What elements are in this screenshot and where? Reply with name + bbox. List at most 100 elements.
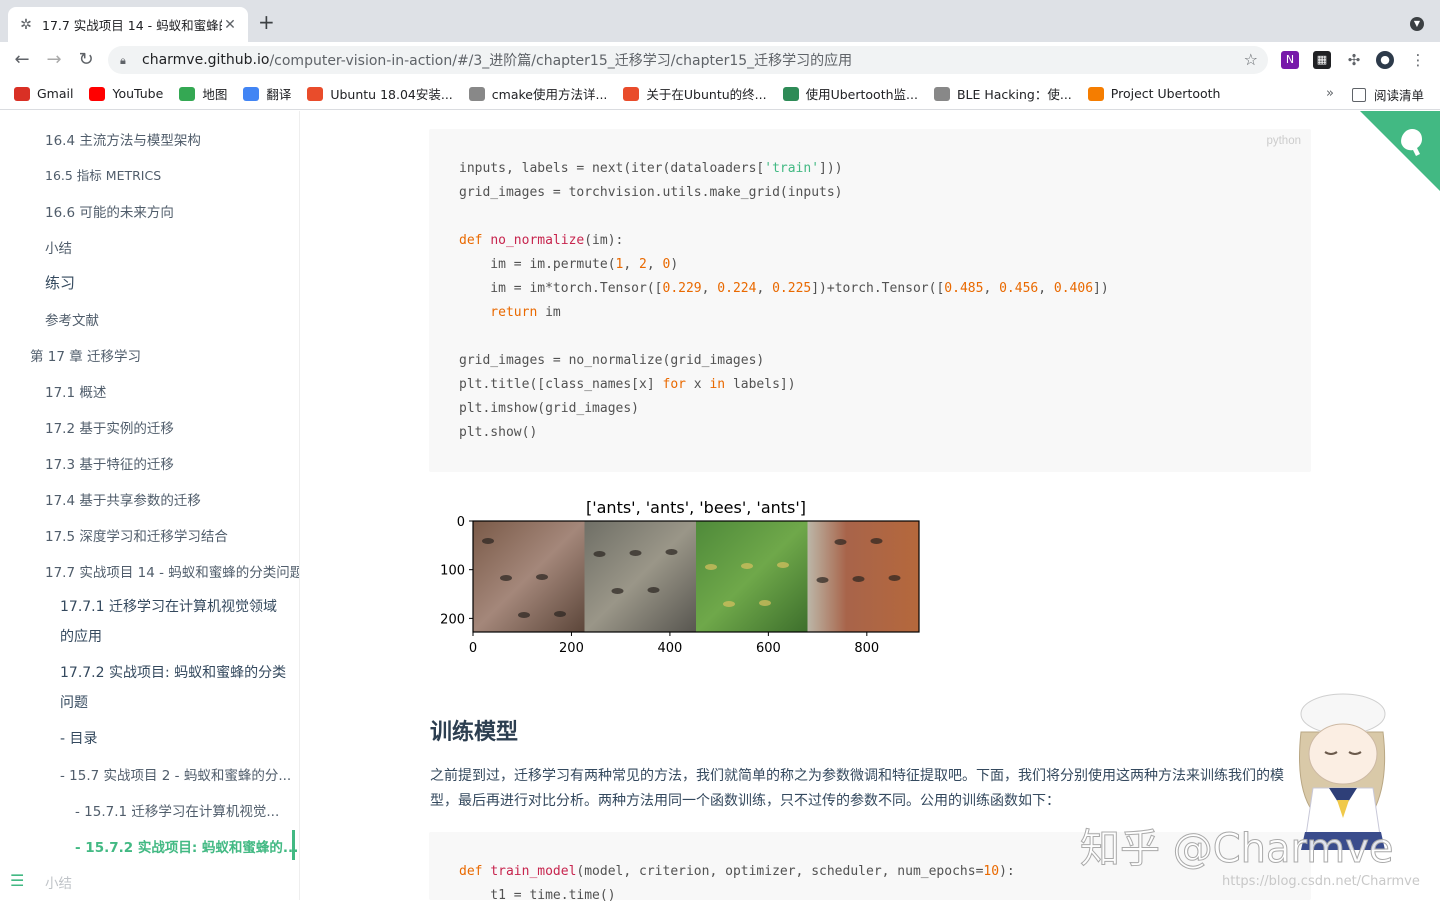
code-line: grid_images = torchvision.utils.make_gri…	[459, 185, 843, 200]
bookmark-label: 翻译	[266, 87, 292, 102]
image-tile-ants	[807, 521, 919, 632]
address-bar[interactable]: 🔒︎ charmve.github.io/computer-vision-in-…	[108, 46, 1268, 74]
insect-mark	[852, 576, 865, 582]
insect-mark	[816, 577, 829, 583]
new-tab-icon[interactable]: +	[258, 12, 275, 32]
bookmark-label: 关于在Ubuntu的终...	[646, 87, 767, 102]
bookmark-item[interactable]: 翻译	[243, 84, 291, 103]
x-tick-label: 600	[756, 641, 781, 656]
csdn-watermark: https://blog.csdn.net/Charmve	[1222, 874, 1420, 889]
sidebar-toggle-hamburger-icon[interactable]: ☰	[10, 871, 26, 890]
back-icon[interactable]: ←	[10, 48, 34, 72]
toc-item[interactable]: - 目录	[60, 728, 98, 748]
sidebar-item[interactable]: 17.1 概述	[45, 381, 106, 401]
more-bookmarks-icon[interactable]: »	[1326, 86, 1334, 101]
bookmark-label: 使用Ubertooth监...	[805, 87, 918, 102]
maps-icon	[179, 86, 196, 101]
insect-mark	[500, 575, 512, 581]
docs-sidebar: 16.4 主流方法与模型架构 16.5 指标 METRICS 16.6 可能的未…	[0, 111, 300, 900]
y-tick-label: 100	[440, 564, 465, 579]
insect-mark	[870, 538, 883, 544]
bookmark-item[interactable]: 关于在Ubuntu的终...	[623, 84, 767, 103]
sidebar-item[interactable]: 参考文献	[45, 309, 99, 329]
github-corner-icon[interactable]	[1360, 111, 1440, 191]
insect-mark	[705, 564, 717, 570]
sidebar-item[interactable]: 17.2 基于实例的迁移	[45, 417, 174, 437]
sidebar-item[interactable]: 17.4 基于共享参数的迁移	[45, 489, 201, 509]
reading-list-icon	[1351, 87, 1366, 102]
insect-mark	[647, 587, 660, 593]
bookmark-item[interactable]: Project Ubertooth	[1087, 86, 1221, 101]
sidebar-subitem-cont[interactable]: 的应用	[60, 626, 102, 646]
sidebar-item[interactable]: 小结	[45, 237, 72, 257]
bookmark-item[interactable]: 使用Ubertooth监...	[782, 84, 918, 103]
extension-icon[interactable]: ▦	[1313, 51, 1331, 69]
profile-avatar-icon[interactable]: ●	[1376, 51, 1394, 69]
bookmark-item[interactable]: BLE Hacking：使...	[933, 84, 1072, 103]
url-host: charmve.github.io	[142, 52, 270, 68]
bookmark-item[interactable]: 地图	[179, 84, 227, 103]
browser-tab[interactable]: ✲ 17.7 实战项目 14 - 蚂蚁和蜜蜂的 ✕	[8, 7, 248, 42]
bookmark-label: 地图	[202, 87, 228, 102]
reading-list-button[interactable]: 阅读清单	[1351, 85, 1424, 104]
insect-mark	[518, 612, 530, 618]
toc-item[interactable]: - 15.7 实战项目 2 - 蚂蚁和蜜蜂的分...	[60, 764, 291, 784]
sidebar-item[interactable]: 17.3 基于特征的迁移	[45, 453, 174, 473]
code-line: plt.title([class_names[x] for x in label…	[459, 377, 796, 392]
toc-item[interactable]: - 15.7.1 迁移学习在计算机视觉...	[75, 800, 279, 820]
image-tile-bees	[696, 521, 808, 632]
sidebar-subitem[interactable]: 17.7.2 实战项目: 蚂蚁和蜜蜂的分类	[60, 662, 286, 682]
section-heading: 训练模型	[430, 720, 519, 745]
insect-mark	[665, 549, 678, 555]
sidebar-item[interactable]: 16.6 可能的未来方向	[45, 201, 174, 221]
sidebar-subitem[interactable]: 17.7.1 迁移学习在计算机视觉领域	[60, 596, 277, 616]
onenote-extension-icon[interactable]: N	[1281, 51, 1299, 69]
sidebar-chapter[interactable]: 第 17 章 迁移学习	[30, 345, 141, 365]
blogger-icon	[1087, 86, 1104, 101]
sidebar-item[interactable]: 16.5 指标 METRICS	[45, 165, 161, 184]
sidebar-item[interactable]: 小结	[45, 872, 72, 892]
extensions-puzzle-icon[interactable]: ✣	[1345, 51, 1363, 69]
lock-icon: 🔒︎	[120, 54, 126, 67]
kebab-menu-icon[interactable]: ⋮	[1409, 51, 1427, 69]
code-line: return im	[459, 305, 561, 320]
bookmark-label: Ubuntu 18.04安装...	[330, 87, 453, 102]
close-tab-icon[interactable]: ✕	[222, 17, 238, 33]
toc-item-active[interactable]: - 15.7.2 实战项目: 蚂蚁和蜜蜂的...	[75, 836, 298, 856]
insect-mark	[759, 600, 771, 606]
insect-mark	[554, 611, 566, 617]
x-tick-label: 800	[854, 641, 879, 656]
insect-mark	[888, 575, 901, 581]
bookmark-item[interactable]: cmake使用方法详...	[468, 84, 607, 103]
sidebar-item[interactable]: 17.5 深度学习和迁移学习结合	[45, 525, 228, 545]
forward-icon[interactable]: →	[42, 48, 66, 72]
sidebar-subitem-cont[interactable]: 问题	[60, 692, 88, 712]
image-tile-ants	[584, 521, 696, 632]
x-tick-label: 400	[657, 641, 682, 656]
code-language-label: python	[1266, 135, 1301, 147]
active-indicator	[292, 830, 295, 860]
csdn-icon	[623, 86, 640, 101]
bookmark-label: Project Ubertooth	[1110, 86, 1221, 101]
sidebar-item[interactable]: 17.7 实战项目 14 - 蚂蚁和蜜蜂的分类问题	[45, 561, 299, 581]
cmake-icon	[933, 86, 950, 101]
gmail-icon	[14, 86, 30, 101]
tab-search-icon[interactable]: ▼	[1410, 17, 1424, 31]
bookmark-star-icon[interactable]: ☆	[1244, 50, 1258, 69]
bookmark-item[interactable]: Ubuntu 18.04安装...	[307, 84, 453, 103]
code-line: def train_model(model, criterion, optimi…	[459, 864, 1015, 879]
sidebar-item[interactable]: 练习	[45, 272, 75, 293]
sidebar-item[interactable]: 16.4 主流方法与模型架构	[45, 129, 201, 149]
bookmark-item[interactable]: YouTube	[89, 86, 163, 101]
code-line: inputs, labels = next(iter(dataloaders['…	[459, 161, 843, 176]
url-path: /computer-vision-in-action/#/3_进阶篇/chapt…	[269, 53, 853, 69]
csdn-icon	[307, 86, 324, 101]
bookmark-item[interactable]: Gmail	[14, 86, 73, 101]
insect-mark	[834, 539, 847, 545]
reload-icon[interactable]: ↻	[74, 48, 98, 72]
y-tick-label: 200	[440, 612, 465, 627]
code-line: grid_images = no_normalize(grid_images)	[459, 353, 765, 368]
code-line: def no_normalize(im):	[459, 233, 624, 248]
bars-icon	[782, 86, 799, 101]
cmake-icon	[468, 86, 485, 101]
